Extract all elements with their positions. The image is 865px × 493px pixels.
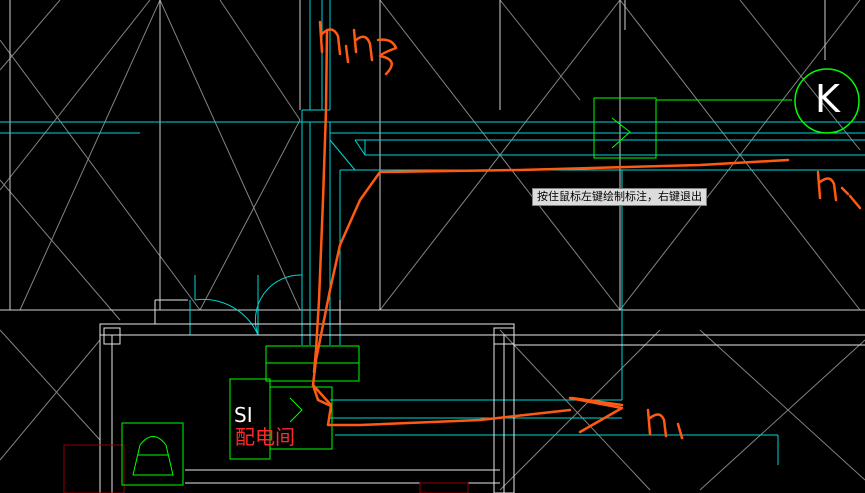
label-n1 bbox=[646, 408, 684, 440]
cad-drawing-canvas[interactable] bbox=[0, 0, 865, 493]
status-tooltip: 按住鼠标左键绘制标注，右键退出 bbox=[532, 188, 707, 206]
building-walls bbox=[99, 299, 865, 493]
equipment-label-s1: SI bbox=[234, 403, 253, 427]
green-equipment bbox=[121, 97, 792, 486]
dark-red-lines bbox=[63, 444, 469, 493]
room-label-distribution: 配电间 bbox=[235, 425, 295, 449]
background-diagonal-grid bbox=[0, 0, 865, 491]
handwritten-labels bbox=[318, 20, 862, 440]
grid-axis-label: K bbox=[815, 77, 840, 121]
door-swing-arcs bbox=[194, 274, 303, 336]
cyan-wall-lines bbox=[0, 0, 865, 465]
label-n3 bbox=[318, 20, 398, 76]
label-n2 bbox=[816, 170, 862, 210]
